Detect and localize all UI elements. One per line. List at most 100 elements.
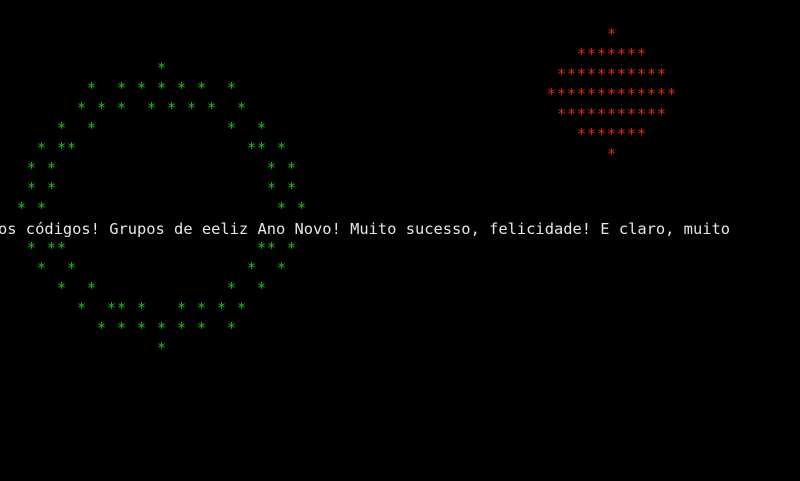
ornament-asterisk: *: [557, 85, 567, 103]
ornament-asterisk: *: [587, 85, 597, 103]
ornament-asterisk: *: [617, 125, 627, 143]
wreath-asterisk: *: [287, 239, 297, 257]
wreath-asterisk: *: [57, 119, 67, 137]
wreath-asterisk: *: [217, 299, 227, 317]
ornament-asterisk: *: [637, 105, 647, 123]
wreath-asterisk: *: [67, 139, 77, 157]
wreath-asterisk: *: [267, 179, 277, 197]
ornament-asterisk: *: [557, 65, 567, 83]
ornament-asterisk: *: [627, 125, 637, 143]
wreath-asterisk: *: [257, 279, 267, 297]
ornament-asterisk: *: [627, 65, 637, 83]
terminal-screen: * * * * * * * * * * * * * * * * * * * * * * * * * * * * * * * * * * * * * * * *…: [0, 0, 800, 481]
wreath-asterisk: *: [277, 199, 287, 217]
wreath-asterisk: *: [57, 139, 67, 157]
wreath-asterisk: *: [297, 199, 307, 217]
wreath-asterisk: *: [37, 259, 47, 277]
wreath-asterisk: *: [57, 239, 67, 257]
wreath-asterisk: *: [207, 99, 217, 117]
ornament-asterisk: *: [607, 85, 617, 103]
ornament-asterisk: *: [617, 45, 627, 63]
ornament-asterisk: *: [597, 65, 607, 83]
wreath-asterisk: *: [147, 99, 157, 117]
wreath-asterisk: *: [257, 139, 267, 157]
wreath-asterisk: *: [257, 239, 267, 257]
ornament-asterisk: *: [597, 85, 607, 103]
wreath-asterisk: *: [267, 159, 277, 177]
ornament-asterisk: *: [557, 105, 567, 123]
ornament-asterisk: *: [567, 65, 577, 83]
ornament-asterisk: *: [647, 85, 657, 103]
ornament-asterisk: *: [617, 65, 627, 83]
wreath-asterisk: *: [287, 159, 297, 177]
wreath-asterisk: *: [97, 319, 107, 337]
wreath-asterisk: *: [187, 99, 197, 117]
wreath-asterisk: *: [157, 59, 167, 77]
ornament-asterisk: *: [617, 105, 627, 123]
wreath-asterisk: *: [227, 319, 237, 337]
ornament-asterisk: *: [607, 25, 617, 43]
ornament-asterisk: *: [597, 105, 607, 123]
ornament-asterisk: *: [547, 85, 557, 103]
ornament-asterisk: *: [647, 105, 657, 123]
ornament-asterisk: *: [657, 85, 667, 103]
wreath-asterisk: *: [67, 259, 77, 277]
ornament-asterisk: *: [607, 125, 617, 143]
ornament-asterisk: *: [637, 45, 647, 63]
wreath-asterisk: *: [247, 259, 257, 277]
ornament-asterisk: *: [657, 105, 667, 123]
wreath-asterisk: *: [157, 79, 167, 97]
wreath-asterisk: *: [117, 319, 127, 337]
ornament-asterisk: *: [567, 105, 577, 123]
ornament-asterisk: *: [627, 45, 637, 63]
wreath-asterisk: *: [177, 79, 187, 97]
ornament-asterisk: *: [627, 85, 637, 103]
wreath-asterisk: *: [107, 299, 117, 317]
wreath-asterisk: *: [27, 159, 37, 177]
ornament-asterisk: *: [637, 65, 647, 83]
ornament-asterisk: *: [567, 85, 577, 103]
wreath-asterisk: *: [47, 179, 57, 197]
wreath-asterisk: *: [87, 279, 97, 297]
wreath-asterisk: *: [277, 259, 287, 277]
wreath-asterisk: *: [287, 179, 297, 197]
wreath-asterisk: *: [237, 299, 247, 317]
wreath-asterisk: *: [137, 299, 147, 317]
ornament-asterisk: *: [587, 125, 597, 143]
wreath-asterisk: *: [197, 319, 207, 337]
wreath-asterisk: *: [117, 299, 127, 317]
wreath-asterisk: *: [137, 79, 147, 97]
ornament-asterisk: *: [577, 45, 587, 63]
wreath-asterisk: *: [37, 199, 47, 217]
wreath-asterisk: *: [47, 159, 57, 177]
ornament-asterisk: *: [617, 85, 627, 103]
wreath-asterisk: *: [117, 99, 127, 117]
ornament-asterisk: *: [607, 105, 617, 123]
wreath-asterisk: *: [227, 119, 237, 137]
wreath-asterisk: *: [277, 139, 287, 157]
wreath-asterisk: *: [137, 319, 147, 337]
ornament-asterisk: *: [577, 105, 587, 123]
wreath-asterisk: *: [227, 279, 237, 297]
wreath-asterisk: *: [37, 139, 47, 157]
wreath-asterisk: *: [77, 99, 87, 117]
wreath-asterisk: *: [267, 239, 277, 257]
wreath-asterisk: *: [257, 119, 267, 137]
ornament-asterisk: *: [597, 45, 607, 63]
ornament-asterisk: *: [607, 45, 617, 63]
wreath-asterisk: *: [227, 79, 237, 97]
wreath-asterisk: *: [167, 99, 177, 117]
wreath-asterisk: *: [197, 79, 207, 97]
wreath-asterisk: *: [97, 99, 107, 117]
wreath-asterisk: *: [27, 239, 37, 257]
ornament-asterisk: *: [577, 65, 587, 83]
scrolling-message: os códigos! Grupos de eeliz Ano Novo! Mu…: [0, 220, 731, 238]
ornament-asterisk: *: [577, 85, 587, 103]
ornament-asterisk: *: [597, 125, 607, 143]
wreath-asterisk: *: [77, 299, 87, 317]
wreath-asterisk: *: [237, 99, 247, 117]
wreath-asterisk: *: [157, 319, 167, 337]
wreath-asterisk: *: [177, 319, 187, 337]
wreath-asterisk: *: [117, 79, 127, 97]
wreath-asterisk: *: [197, 299, 207, 317]
